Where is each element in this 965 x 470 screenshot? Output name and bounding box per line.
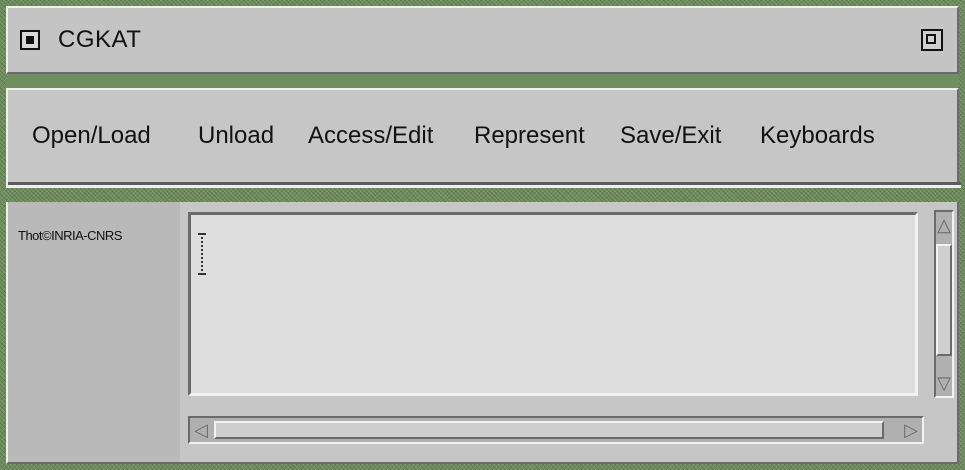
document-view[interactable] — [188, 212, 918, 396]
left-panel: Thot©INRIA-CNRS — [8, 202, 180, 462]
menu-open-load[interactable]: Open/Load — [32, 122, 151, 150]
vertical-scroll-thumb[interactable] — [936, 244, 952, 356]
cursor-top — [198, 233, 206, 235]
menu-represent[interactable]: Represent — [474, 122, 585, 150]
maximize-icon[interactable] — [921, 29, 943, 51]
credit-label: Thot©INRIA-CNRS — [18, 228, 122, 243]
menu-divider-light — [8, 185, 961, 188]
arrow-down-icon[interactable]: ▽ — [936, 374, 952, 392]
menu-bar: Open/Load Unload Access/Edit Represent S… — [6, 88, 961, 188]
horizontal-scrollbar[interactable]: ◁ ▷ — [188, 416, 924, 444]
window-menu-dot — [26, 36, 34, 44]
text-cursor-icon — [198, 233, 206, 275]
arrow-right-icon[interactable]: ▷ — [902, 421, 920, 439]
app-window: CGKAT Open/Load Unload Access/Edit Repre… — [6, 6, 961, 464]
arrow-up-icon[interactable]: △ — [936, 216, 952, 234]
window-title: CGKAT — [58, 26, 142, 53]
horizontal-scroll-thumb[interactable] — [214, 421, 884, 439]
vertical-scrollbar[interactable]: △ ▽ — [934, 210, 954, 398]
menu-unload[interactable]: Unload — [198, 122, 274, 150]
maximize-inner — [926, 34, 936, 44]
arrow-left-icon[interactable]: ◁ — [192, 421, 210, 439]
content-area: Thot©INRIA-CNRS △ ▽ ◁ ▷ — [6, 202, 959, 464]
menu-access-edit[interactable]: Access/Edit — [308, 122, 433, 150]
frame-band — [6, 74, 959, 88]
title-bar[interactable]: CGKAT — [6, 6, 959, 74]
menu-keyboards[interactable]: Keyboards — [760, 122, 875, 150]
menu-save-exit[interactable]: Save/Exit — [620, 122, 721, 150]
window-menu-icon[interactable] — [20, 30, 40, 50]
cursor-bottom — [198, 273, 206, 275]
